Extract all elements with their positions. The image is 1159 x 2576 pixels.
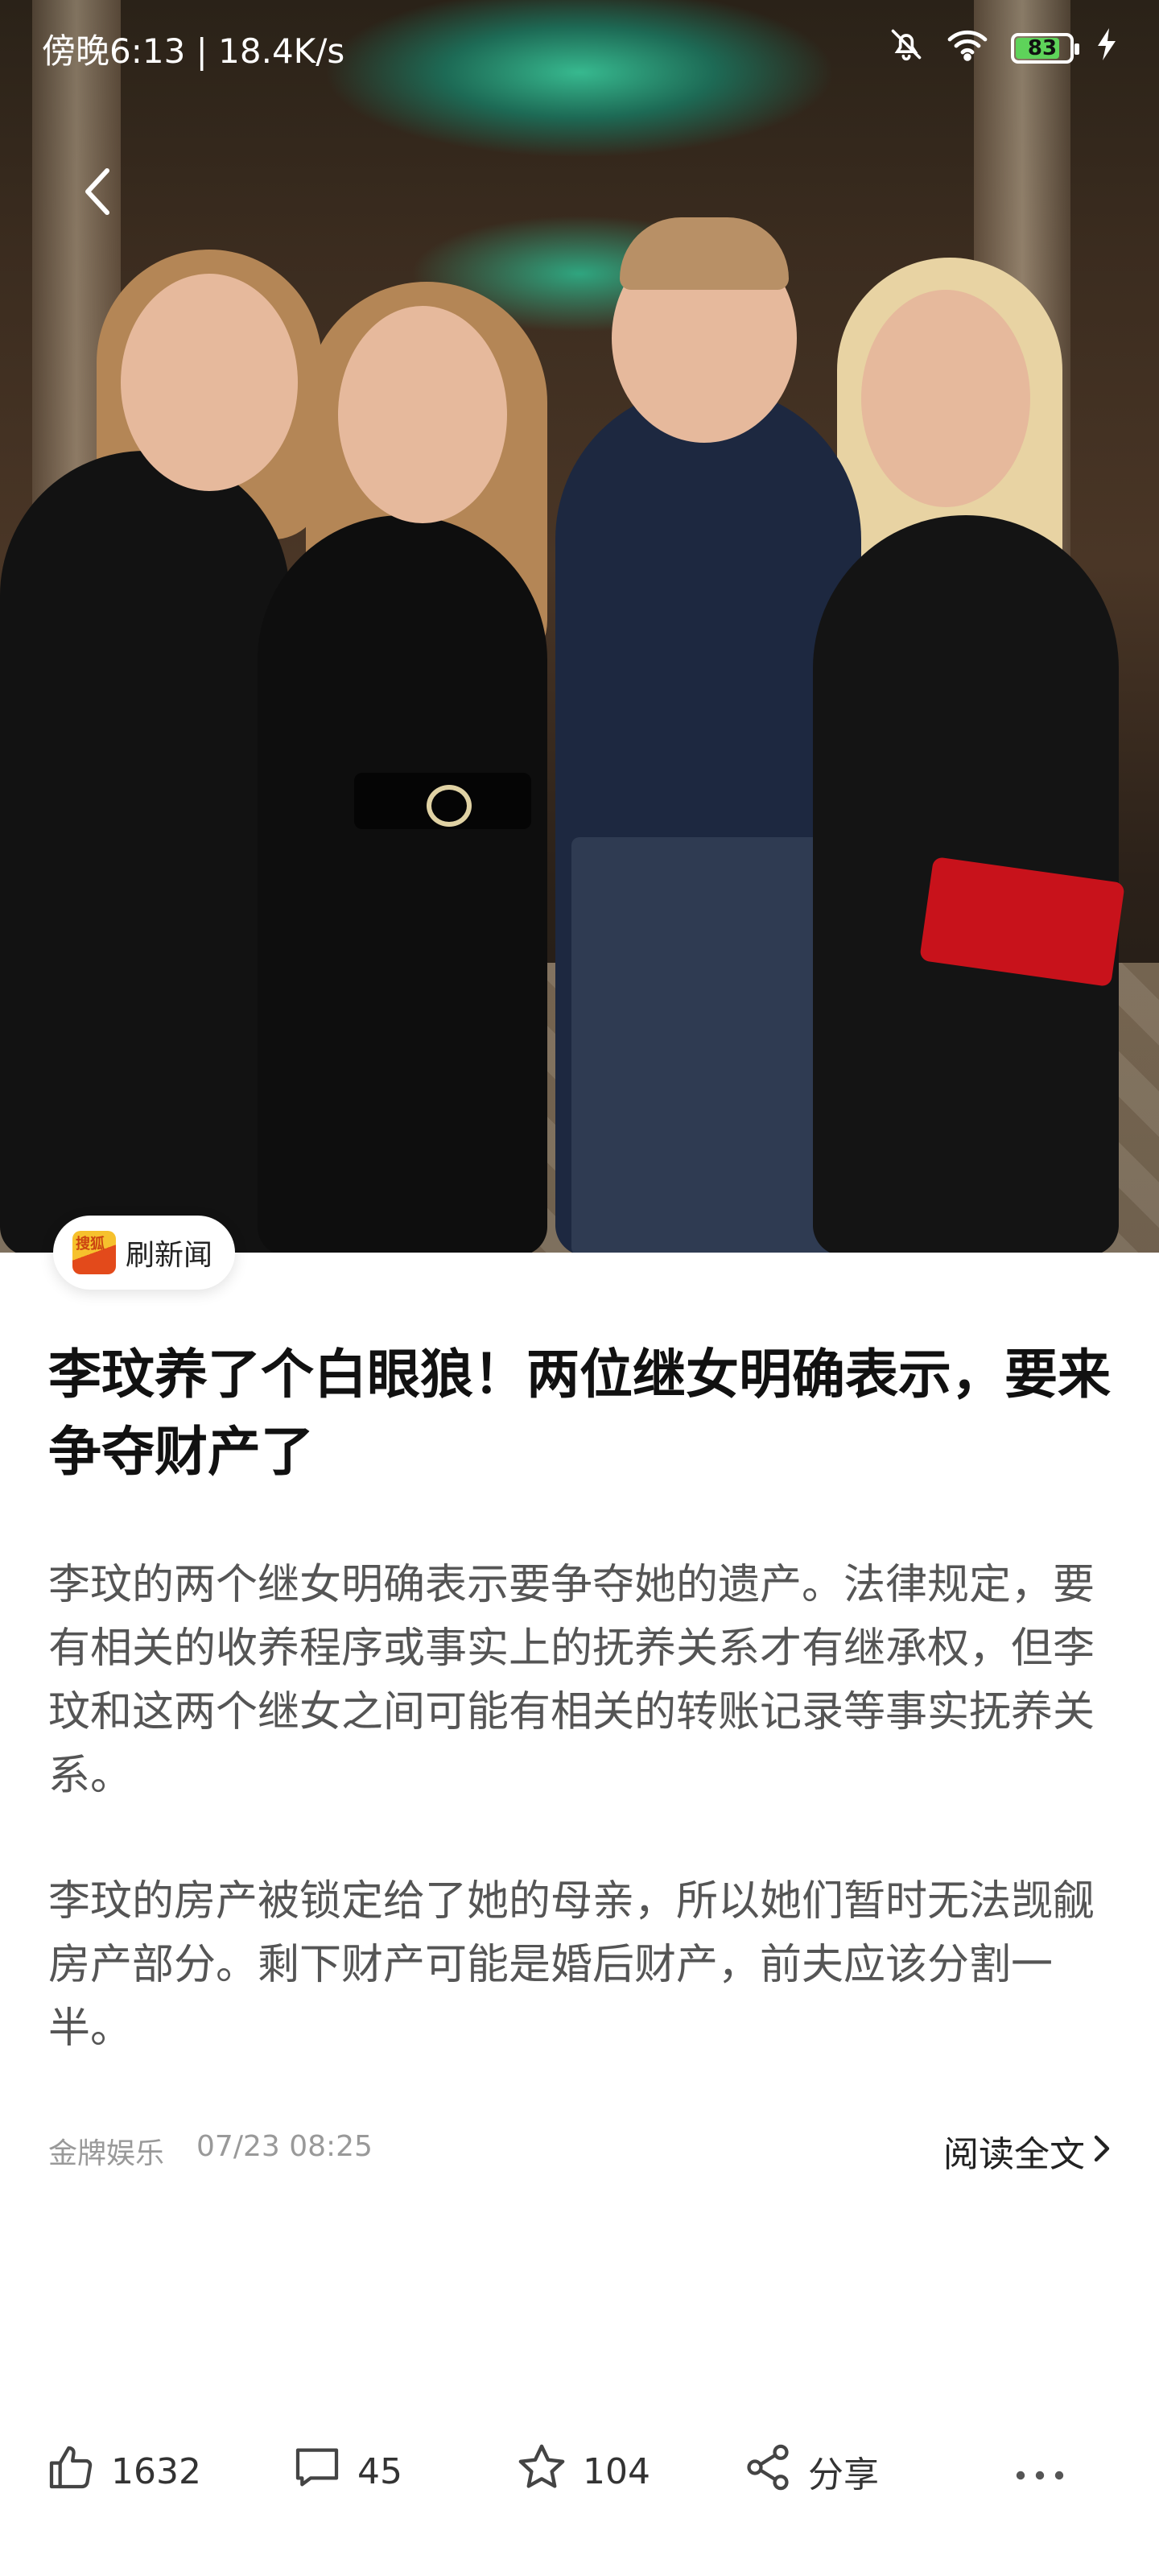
- favorite-count: 104: [583, 2450, 650, 2492]
- article-page: 傍晚6:13 | 18.4K/s 83 搜狐 刷新闻 李玟养了个白眼狼！两位继女…: [0, 0, 1159, 2576]
- bottom-action-bar: 1632 45 104 分享: [0, 2431, 1159, 2512]
- article-meta: 金牌娱乐 07/23 08:25: [48, 2130, 373, 2172]
- article-author[interactable]: 金牌娱乐: [48, 2130, 164, 2172]
- share-label: 分享: [808, 2454, 879, 2496]
- comment-count: 45: [357, 2450, 402, 2492]
- article-paragraph: 李玟的房产被锁定给了她的母亲，所以她们暂时无法觊觎房产部分。剩下财产可能是婚后财…: [48, 1877, 1095, 2053]
- source-logo: 搜狐: [72, 1231, 116, 1274]
- photo-face: [338, 306, 507, 523]
- read-full-label: 阅读全文: [943, 2134, 1085, 2175]
- battery-indicator: 83: [1011, 33, 1079, 64]
- back-button[interactable]: [69, 161, 126, 225]
- wifi-icon: [947, 27, 988, 70]
- photo-person: [258, 515, 547, 1253]
- like-button[interactable]: 1632: [45, 2431, 201, 2512]
- status-time-speed: 傍晚6:13 | 18.4K/s: [42, 31, 345, 71]
- star-icon: [515, 2441, 568, 2503]
- photo-belt: [354, 773, 531, 829]
- charging-icon: [1096, 28, 1117, 68]
- photo-face: [861, 290, 1030, 507]
- status-icons: 83: [889, 27, 1117, 70]
- article-title: 李玟养了个白眼狼！两位继女明确表示，要来争夺财产了: [48, 1344, 1111, 1483]
- bell-off-icon: [889, 27, 924, 70]
- read-full-link[interactable]: 阅读全文: [943, 2125, 1111, 2177]
- photo-person: [0, 451, 290, 1253]
- favorite-button[interactable]: 104: [515, 2431, 650, 2512]
- like-count: 1632: [111, 2450, 201, 2492]
- status-bar: 傍晚6:13 | 18.4K/s 83: [0, 0, 1159, 97]
- photo-hair: [620, 217, 789, 290]
- back-icon: [81, 166, 113, 221]
- source-label: 刷新闻: [126, 1239, 213, 1272]
- source-badge[interactable]: 搜狐 刷新闻: [53, 1216, 236, 1290]
- article-date: 07/23 08:25: [196, 2130, 373, 2163]
- battery-level: 83: [1027, 36, 1058, 60]
- thumbs-up-icon: [45, 2442, 97, 2502]
- photo-face: [121, 274, 298, 491]
- more-button[interactable]: [1014, 2431, 1066, 2512]
- share-button[interactable]: 分享: [742, 2431, 879, 2512]
- chevron-right-icon: [1093, 2131, 1111, 2172]
- more-icon: [1014, 2451, 1066, 2492]
- article-paragraph: 李玟的两个继女明确表示要争夺她的遗产。法律规定，要有相关的收养程序或事实上的抚养…: [48, 1561, 1095, 1800]
- share-icon: [742, 2442, 794, 2502]
- comment-button[interactable]: 45: [291, 2431, 402, 2512]
- comment-icon: [291, 2442, 343, 2502]
- hero-photo: [0, 0, 1159, 1253]
